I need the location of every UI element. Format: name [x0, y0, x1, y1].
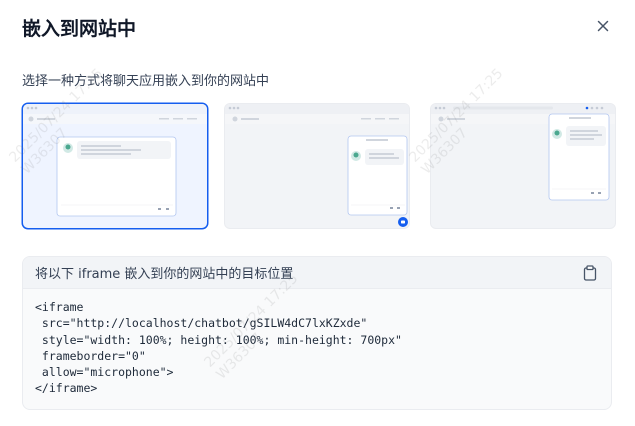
chrome-plugin-preview-illustration [431, 104, 615, 201]
code-line: style="width: 100%; height: 100%; min-he… [35, 332, 402, 347]
code-line: src="http://localhost/chatbot/gSILW4dC7l… [35, 316, 368, 331]
clipboard-icon [583, 264, 597, 281]
embed-option-iframe[interactable] [22, 103, 208, 229]
embed-dialog: 嵌入到网站中 选择一种方式将聊天应用嵌入到你的网站中 将以下 iframe 嵌入… [0, 0, 635, 426]
embed-option-script[interactable] [224, 103, 410, 229]
embed-option-chrome-plugin[interactable] [430, 103, 616, 229]
dialog-subtitle: 选择一种方式将聊天应用嵌入到你的网站中 [22, 74, 270, 89]
copy-button[interactable] [581, 264, 599, 282]
embed-code-header: 将以下 iframe 嵌入到你的网站中的目标位置 [23, 257, 611, 289]
close-button[interactable] [594, 17, 612, 35]
dialog-title: 嵌入到网站中 [22, 18, 137, 40]
embed-code-instructions: 将以下 iframe 嵌入到你的网站中的目标位置 [35, 267, 294, 282]
code-line: allow="microphone"> [35, 365, 174, 380]
close-icon [597, 20, 609, 32]
code-line: </iframe> [35, 381, 98, 396]
embed-code-block[interactable]: <iframe src="http://localhost/chatbot/gS… [23, 289, 611, 407]
embed-code-card: 将以下 iframe 嵌入到你的网站中的目标位置 <iframe src="ht… [22, 256, 612, 410]
iframe-preview-illustration [23, 104, 207, 217]
code-line: frameborder="0" [35, 348, 146, 363]
embed-option-list [22, 103, 616, 231]
code-line: <iframe [35, 300, 84, 314]
script-preview-illustration [225, 104, 409, 227]
